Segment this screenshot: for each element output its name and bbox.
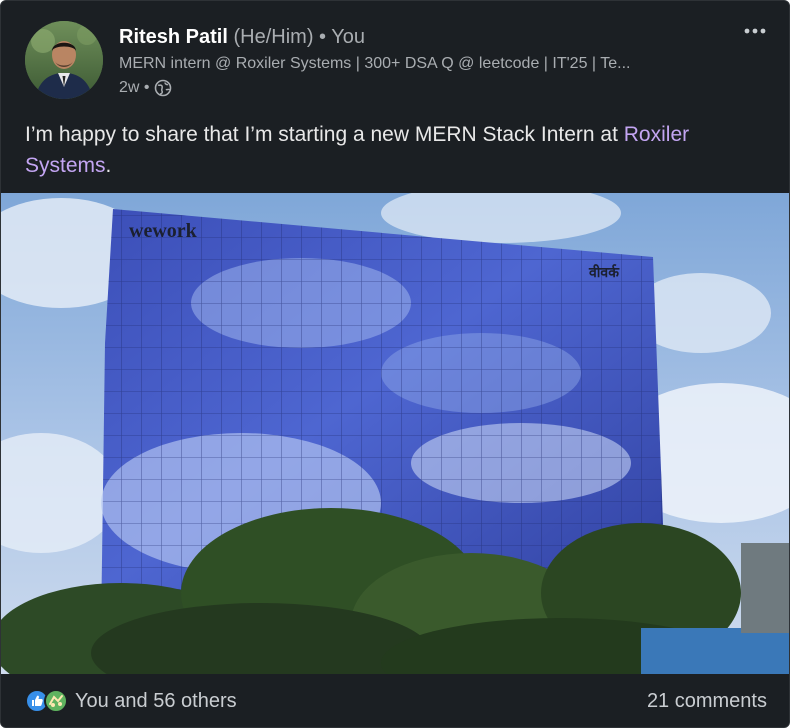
author-name-line: Ritesh Patil (He/Him) • You [119, 25, 729, 49]
avatar-photo-icon [25, 21, 103, 99]
sign-wework-hindi: वीवर्क [588, 264, 620, 280]
globe-icon [154, 79, 172, 97]
post-card: Ritesh Patil (He/Him) • You MERN intern … [0, 0, 790, 728]
blue-wall [641, 628, 789, 674]
comments-count-link[interactable]: 21 comments [647, 690, 767, 713]
separator-dot: • [313, 26, 332, 48]
post-time: 2w • [119, 79, 150, 96]
author-avatar[interactable] [25, 21, 103, 99]
author-relation: You [331, 26, 365, 48]
reaction-icons [25, 688, 69, 714]
post-image[interactable]: wework वीवर्क [1, 193, 789, 674]
more-options-icon[interactable] [741, 19, 769, 43]
post-footer: You and 56 others 21 comments [1, 674, 789, 727]
author-pronouns: (He/Him) [233, 26, 314, 48]
reactions-summary[interactable]: You and 56 others [25, 688, 237, 714]
author-headline: MERN intern @ Roxiler Systems | 300+ DSA… [119, 55, 631, 72]
author-name[interactable]: Ritesh Patil [119, 26, 228, 48]
post-text-body: I’m happy to share that I’m starting a n… [25, 123, 624, 146]
post-time-line: 2w • [119, 78, 729, 98]
reaction-count: You and 56 others [75, 689, 237, 712]
sign-wework: wework [129, 220, 198, 242]
post-text: I’m happy to share that I’m starting a n… [25, 119, 759, 181]
celebrate-icon [44, 689, 68, 713]
post-header: Ritesh Patil (He/Him) • You MERN intern … [25, 19, 769, 109]
post-text-end: . [105, 154, 112, 177]
author-meta: Ritesh Patil (He/Him) • You MERN intern … [119, 25, 729, 98]
side-building [741, 543, 789, 633]
